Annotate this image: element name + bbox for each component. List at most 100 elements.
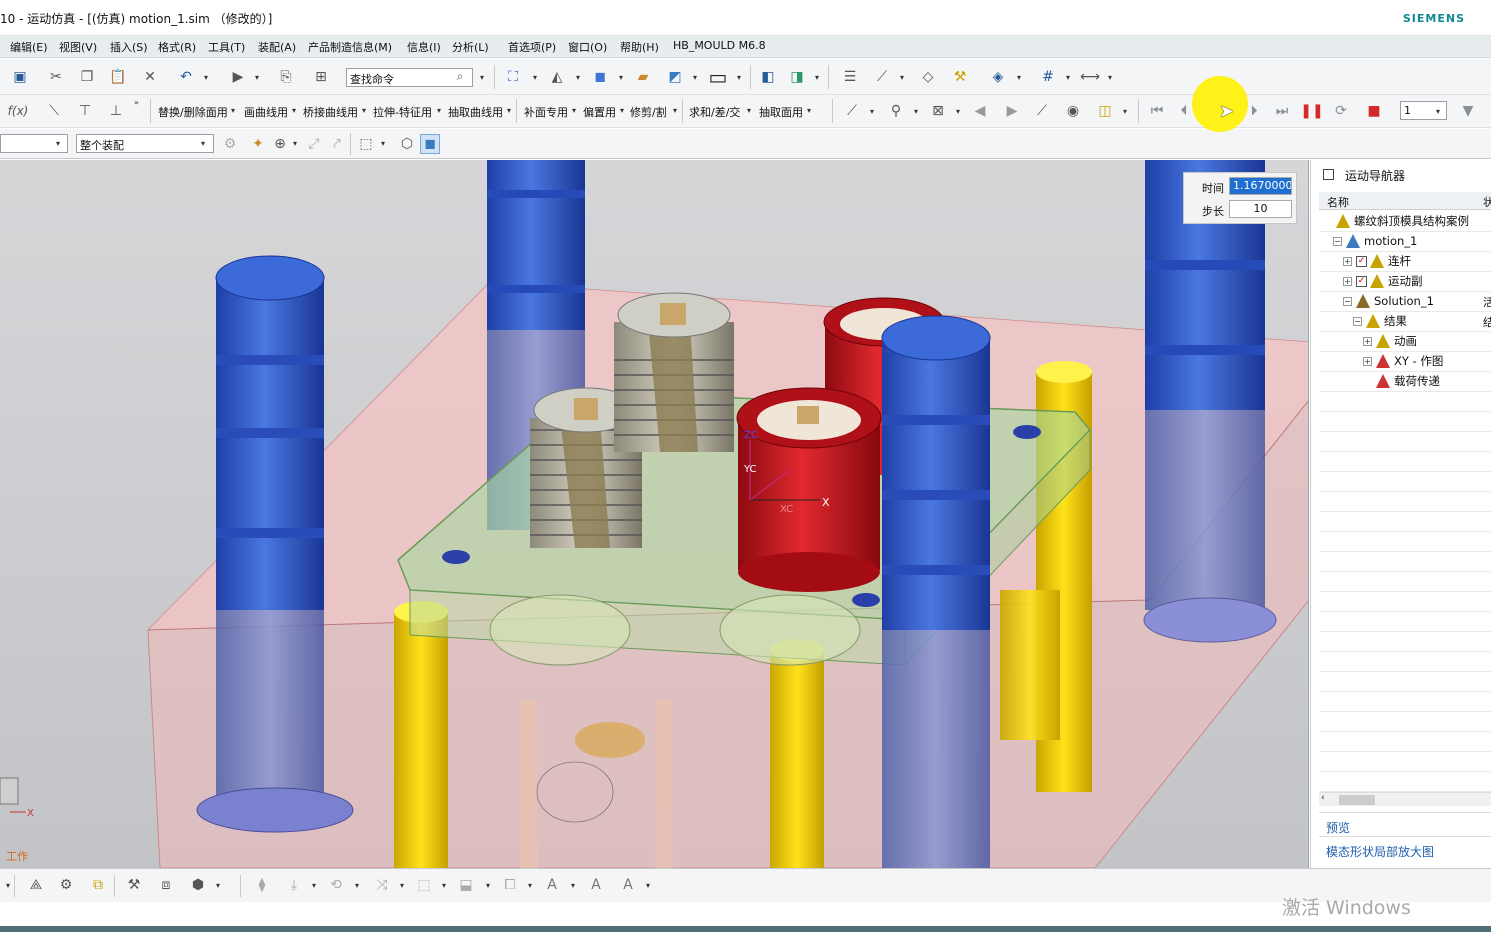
visibility-checkbox[interactable]: ✓	[1356, 275, 1367, 287]
menu-offset[interactable]: 偏置用	[583, 104, 616, 120]
graphics-window[interactable]: ZC YC XC X X 工作	[0, 160, 1309, 868]
first-frame-icon[interactable]: ⏮	[1147, 101, 1167, 121]
link-dropdown-icon[interactable]: ▾	[900, 73, 904, 82]
menu-extrude-feature[interactable]: 拉伸-特征用	[373, 104, 432, 120]
expand-icon[interactable]: +	[1363, 336, 1372, 346]
camera-icon[interactable]: ◉	[1063, 101, 1083, 121]
sim-dropdown-icon[interactable]: ▾	[1017, 73, 1021, 82]
repeat-dropdown-icon[interactable]: ▾	[255, 73, 259, 82]
tree-node[interactable]: 载荷传递	[1363, 371, 1440, 391]
horizontal-scrollbar[interactable]: ‹	[1319, 792, 1491, 806]
snap-point-icon[interactable]: ✦	[248, 134, 268, 154]
menu-extract-face[interactable]: 抽取面用	[759, 104, 803, 120]
tree-node[interactable]: + XY - 作图	[1363, 351, 1443, 371]
marker-dropdown-icon[interactable]: ▾	[442, 881, 446, 890]
search-dropdown-icon[interactable]: ▾	[480, 73, 484, 82]
tree-node[interactable]: + 动画	[1363, 331, 1417, 351]
command-finder-icon[interactable]: ⎘	[276, 67, 296, 87]
menu-trim-split[interactable]: 修剪/割	[630, 104, 667, 120]
trace-icon[interactable]: ⊠	[928, 101, 948, 121]
scroll-left-icon[interactable]: ‹	[1321, 793, 1325, 803]
probe-icon[interactable]: ⚲	[886, 101, 906, 121]
follow-icon[interactable]: ⤤	[327, 134, 347, 154]
menu-view[interactable]: 视图(V)	[59, 39, 97, 55]
collapse-icon[interactable]: −	[1333, 236, 1342, 246]
tree-node[interactable]: − 结果	[1353, 311, 1407, 331]
line-icon[interactable]: ⟍	[44, 101, 64, 121]
spring-icon[interactable]: ⚒	[124, 875, 144, 895]
mode-shape-detail-section[interactable]: 模态形状局部放大图	[1326, 843, 1434, 860]
force-dropdown-icon[interactable]: ▾	[312, 881, 316, 890]
connector-icon[interactable]: ⧉	[88, 875, 108, 895]
assembly-filter-arrow-icon[interactable]: ▾	[201, 139, 205, 148]
step-input[interactable]: 10	[1229, 200, 1292, 218]
link-geometry-icon[interactable]: ⟋	[872, 67, 892, 87]
text-size-icon[interactable]: A	[618, 875, 638, 895]
constraint-dropdown-icon[interactable]: ▾	[815, 73, 819, 82]
bottom-dropdown-icon[interactable]: ▾	[6, 881, 10, 890]
torque-dropdown-icon[interactable]: ▾	[355, 881, 359, 890]
rectangle-dropdown-icon[interactable]: ▾	[381, 139, 385, 148]
measure-icon[interactable]: ⟷	[1080, 67, 1100, 87]
sketch-icon[interactable]: ⊥	[106, 101, 126, 121]
menu-boolean[interactable]: 求和/差/交	[689, 104, 740, 120]
paste-icon[interactable]: 📋	[108, 67, 128, 87]
export-icon[interactable]: ◫	[1095, 101, 1115, 121]
navigator-pin-icon[interactable]	[1323, 169, 1334, 180]
tree-node[interactable]: + ✓ 连杆	[1343, 251, 1411, 271]
chart-icon[interactable]: ⟋	[1032, 101, 1052, 121]
preview-section[interactable]: 预览	[1326, 819, 1350, 836]
collapse-icon[interactable]: −	[1353, 316, 1362, 326]
motion-body-icon[interactable]: ⟁	[26, 875, 46, 895]
menu-insert[interactable]: 插入(S)	[110, 39, 148, 55]
solver-dropdown-icon[interactable]: ▾	[486, 881, 490, 890]
menu-analysis[interactable]: 分析(L)	[452, 39, 489, 55]
menu-assembly[interactable]: 装配(A)	[258, 39, 296, 55]
fit-view-icon[interactable]: ⛶	[503, 67, 523, 87]
database-icon[interactable]: ☰	[840, 67, 860, 87]
cut-icon[interactable]: ✂	[46, 67, 66, 87]
expand-icon[interactable]: +	[1343, 276, 1352, 286]
fit-dropdown-icon[interactable]: ▾	[533, 73, 537, 82]
bushing-icon[interactable]: ⬢	[188, 875, 208, 895]
solver-icon[interactable]: ⬓	[456, 875, 476, 895]
render-dropdown-icon[interactable]: ▾	[619, 73, 623, 82]
orient-view-icon[interactable]: ◭	[547, 67, 567, 87]
export-dropdown-icon[interactable]: ▾	[1123, 107, 1127, 116]
step-select-arrow-icon[interactable]: ▾	[1436, 107, 1440, 116]
navigator-column-header[interactable]: 名称 状	[1319, 192, 1491, 210]
tree-node[interactable]: − motion_1	[1333, 231, 1417, 251]
copy-icon[interactable]: ❐	[77, 67, 97, 87]
text-style-icon[interactable]: A	[586, 875, 606, 895]
marker-icon[interactable]: ⬚	[414, 875, 434, 895]
background-dropdown-icon[interactable]: ▾	[737, 73, 741, 82]
menu-patch[interactable]: 补面专用	[524, 104, 568, 120]
menu-bridge-curve[interactable]: 桥接曲线用	[303, 104, 358, 120]
contact-icon[interactable]: ⧫	[252, 875, 272, 895]
tree-node[interactable]: 螺纹斜顶模具结构案例	[1323, 211, 1469, 231]
menu-hb-mould[interactable]: HB_MOULD M6.8	[673, 39, 766, 52]
menu-help[interactable]: 帮助(H)	[620, 39, 659, 55]
sim-run-icon[interactable]: ◈	[988, 67, 1008, 87]
wireframe-icon[interactable]: ⬡	[397, 134, 417, 154]
tools-icon[interactable]: ⚒	[950, 67, 970, 87]
tree-node[interactable]: − Solution_1	[1343, 291, 1434, 311]
time-input[interactable]: 1.1670000	[1229, 177, 1292, 195]
forward-arrow-icon[interactable]: ▶	[1002, 101, 1022, 121]
datum-icon[interactable]: ⊤	[75, 101, 95, 121]
torque-icon[interactable]: ⟲	[326, 875, 346, 895]
graph-icon[interactable]: ⟋	[842, 101, 862, 121]
bushing-dropdown-icon[interactable]: ▾	[216, 881, 220, 890]
shaded-cube-icon[interactable]: ◼	[590, 67, 610, 87]
background-icon[interactable]: ▭	[706, 65, 730, 89]
point-filter-dropdown-icon[interactable]: ▾	[293, 139, 297, 148]
last-frame-icon[interactable]: ⏭	[1272, 101, 1292, 121]
rectangle-select-icon[interactable]: ⬚	[356, 134, 376, 154]
text-size-dropdown-icon[interactable]: ▾	[646, 881, 650, 890]
menu-pmi[interactable]: 产品制造信息(M)	[308, 39, 392, 55]
move-component-icon[interactable]: ◧	[758, 67, 778, 87]
sensor-dropdown-icon[interactable]: ▾	[528, 881, 532, 890]
repeat-icon[interactable]: ▶	[228, 67, 248, 87]
menu-extract-curve[interactable]: 抽取曲线用	[448, 104, 503, 120]
delete-icon[interactable]: ✕	[140, 67, 160, 87]
